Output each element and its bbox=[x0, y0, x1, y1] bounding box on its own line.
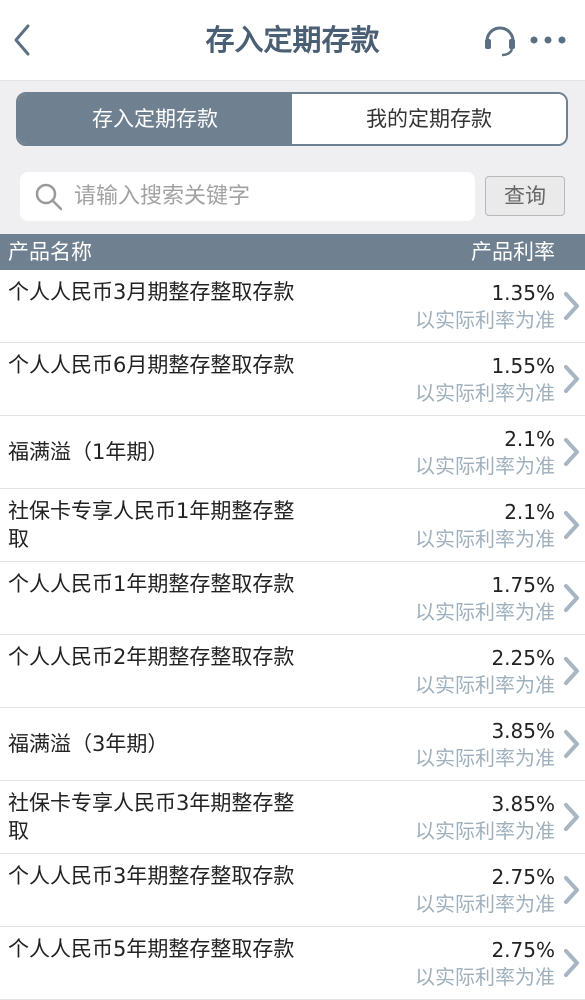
table-row[interactable]: 个人人民币6月期整存整取存款 1.55% 以实际利率为准 bbox=[0, 343, 585, 416]
product-rate: 2.1% bbox=[504, 500, 555, 524]
product-list: 个人人民币3月期整存整取存款 1.35% 以实际利率为准 个人人民币6月期整存整… bbox=[0, 270, 585, 1000]
query-button[interactable]: 查询 bbox=[485, 176, 565, 216]
chevron-right-icon bbox=[564, 949, 579, 977]
tab-deposit-fixed[interactable]: 存入定期存款 bbox=[18, 94, 292, 144]
chevron-right-icon bbox=[564, 292, 579, 320]
product-rate: 1.75% bbox=[491, 573, 555, 597]
more-icon[interactable] bbox=[528, 26, 568, 54]
rate-note: 以实际利率为准 bbox=[415, 965, 555, 989]
product-name: 个人人民币1年期整存整取存款 bbox=[8, 572, 295, 596]
product-rate: 2.75% bbox=[491, 865, 555, 889]
product-rate: 1.55% bbox=[491, 354, 555, 378]
product-rate: 2.25% bbox=[491, 646, 555, 670]
chevron-right-icon bbox=[564, 438, 579, 466]
top-nav-bar: 存入定期存款 bbox=[0, 0, 585, 81]
table-row[interactable]: 个人人民币2年期整存整取存款 2.25% 以实际利率为准 bbox=[0, 635, 585, 708]
rate-note: 以实际利率为准 bbox=[415, 381, 555, 405]
table-row[interactable]: 社保卡专享人民币3年期整存整取 3.85% 以实际利率为准 bbox=[0, 781, 585, 854]
product-name: 个人人民币3年期整存整取存款 bbox=[8, 864, 295, 888]
rate-note: 以实际利率为准 bbox=[415, 454, 555, 478]
product-name: 个人人民币2年期整存整取存款 bbox=[8, 645, 295, 669]
tab-my-fixed-deposits[interactable]: 我的定期存款 bbox=[292, 94, 566, 144]
rate-note: 以实际利率为准 bbox=[415, 527, 555, 551]
table-row[interactable]: 福满溢（1年期） 2.1% 以实际利率为准 bbox=[0, 416, 585, 489]
search-placeholder: 请输入搜索关键字 bbox=[74, 184, 251, 209]
column-product-rate: 产品利率 bbox=[471, 240, 555, 264]
product-name: 个人人民币5年期整存整取存款 bbox=[8, 937, 295, 961]
search-icon bbox=[35, 183, 63, 211]
rate-note: 以实际利率为准 bbox=[415, 746, 555, 770]
table-row[interactable]: 社保卡专享人民币1年期整存整取 2.1% 以实际利率为准 bbox=[0, 489, 585, 562]
rate-note: 以实际利率为准 bbox=[415, 819, 555, 843]
table-header: 产品名称 产品利率 bbox=[0, 234, 585, 270]
product-name: 福满溢（1年期） bbox=[8, 440, 169, 464]
product-name: 福满溢（3年期） bbox=[8, 732, 169, 756]
product-name: 社保卡专享人民币3年期整存整取 bbox=[8, 791, 295, 843]
chevron-right-icon bbox=[564, 876, 579, 904]
product-name: 个人人民币6月期整存整取存款 bbox=[8, 353, 295, 377]
table-row[interactable]: 个人人民币3年期整存整取存款 2.75% 以实际利率为准 bbox=[0, 854, 585, 927]
segmented-control: 存入定期存款 我的定期存款 bbox=[16, 92, 568, 146]
product-rate: 2.1% bbox=[504, 427, 555, 451]
table-row[interactable]: 个人人民币1年期整存整取存款 1.75% 以实际利率为准 bbox=[0, 562, 585, 635]
column-product-name: 产品名称 bbox=[8, 240, 92, 264]
product-rate: 3.85% bbox=[491, 792, 555, 816]
rate-note: 以实际利率为准 bbox=[415, 600, 555, 624]
product-name: 社保卡专享人民币1年期整存整取 bbox=[8, 499, 295, 551]
chevron-right-icon bbox=[564, 511, 579, 539]
chevron-right-icon bbox=[564, 365, 579, 393]
product-rate: 1.35% bbox=[491, 281, 555, 305]
customer-service-icon[interactable] bbox=[482, 22, 518, 58]
chevron-right-icon bbox=[564, 730, 579, 758]
product-rate: 3.85% bbox=[491, 719, 555, 743]
rate-note: 以实际利率为准 bbox=[415, 892, 555, 916]
table-row[interactable]: 个人人民币3月期整存整取存款 1.35% 以实际利率为准 bbox=[0, 270, 585, 343]
rate-note: 以实际利率为准 bbox=[415, 308, 555, 332]
product-rate: 2.75% bbox=[491, 938, 555, 962]
chevron-right-icon bbox=[564, 803, 579, 831]
table-row[interactable]: 个人人民币5年期整存整取存款 2.75% 以实际利率为准 bbox=[0, 927, 585, 1000]
product-name: 个人人民币3月期整存整取存款 bbox=[8, 280, 295, 304]
search-input[interactable]: 请输入搜索关键字 bbox=[20, 172, 475, 221]
rate-note: 以实际利率为准 bbox=[415, 673, 555, 697]
chevron-right-icon bbox=[564, 657, 579, 685]
table-row[interactable]: 福满溢（3年期） 3.85% 以实际利率为准 bbox=[0, 708, 585, 781]
chevron-right-icon bbox=[564, 584, 579, 612]
